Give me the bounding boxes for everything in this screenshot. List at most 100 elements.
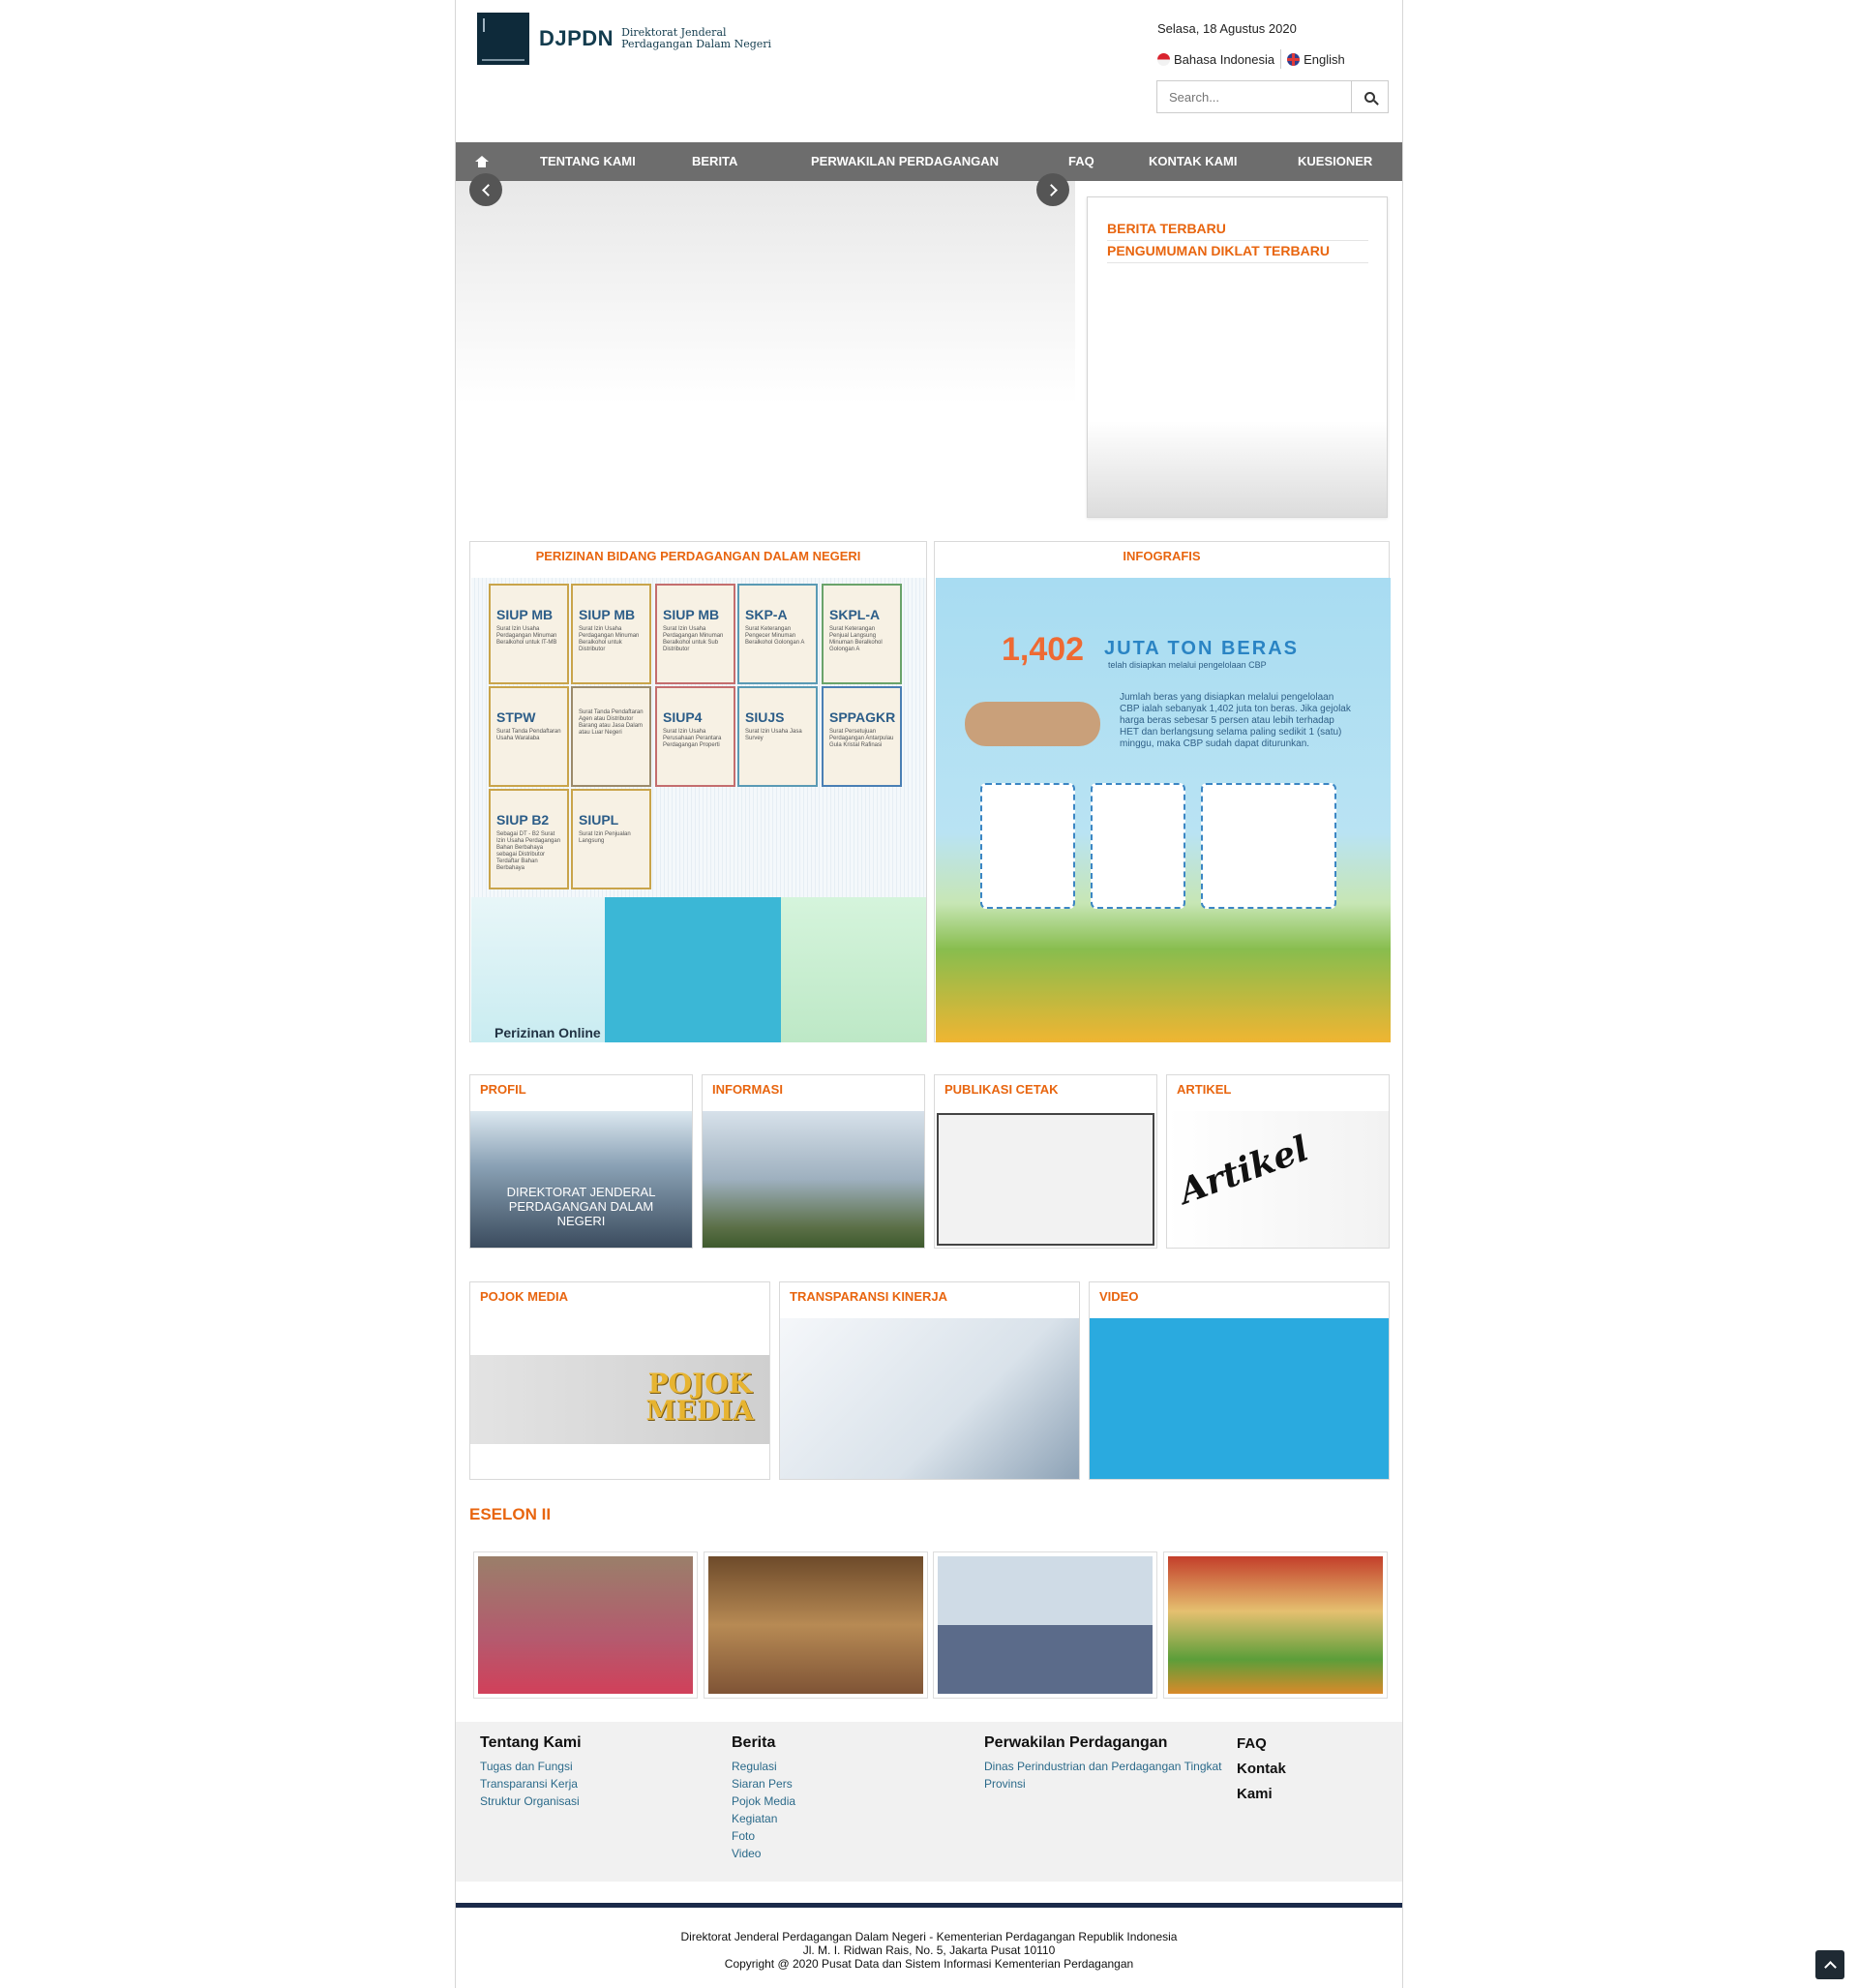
pojok-media-title: POJOK MEDIA	[480, 1289, 569, 1304]
nav-berita[interactable]: BERITA	[692, 154, 737, 168]
nav-kontak-kami[interactable]: KONTAK KAMI	[1149, 154, 1237, 168]
footer-link[interactable]: Kegiatan	[732, 1810, 795, 1827]
page-container: DJPDN Direktorat Jenderal Perdagangan Da…	[455, 0, 1403, 1988]
news-tabs-box: BERITA TERBARU PENGUMUMAN DIKLAT TERBARU	[1087, 196, 1388, 518]
search-button[interactable]	[1351, 81, 1388, 112]
logo-subtitle: Direktorat Jenderal Perdagangan Dalam Ne…	[621, 27, 771, 50]
logo-abbreviation: DJPDN	[539, 26, 614, 50]
nav-tentang-kami[interactable]: TENTANG KAMI	[540, 154, 636, 168]
tab-berita-terbaru[interactable]: BERITA TERBARU	[1107, 221, 1368, 241]
ministry-emblem	[477, 13, 529, 65]
permit-card[interactable]: SKP-A Surat Keterangan Pengecer Minuman B…	[737, 584, 818, 684]
footer-link[interactable]: Transparansi Kerja	[480, 1775, 582, 1792]
permit-card[interactable]: Surat Tanda Pendaftaran Agen atau Distri…	[571, 686, 651, 787]
footer-faq-link[interactable]: FAQ	[1237, 1732, 1286, 1757]
permit-card[interactable]: SIUP MB Surat Izin Usaha Perdagangan Minu…	[489, 584, 569, 684]
logo-subtitle-line2: Perdagangan Dalam Negeri	[621, 38, 772, 50]
permit-desc: Surat Tanda Pendaftaran Agen atau Distri…	[579, 709, 644, 736]
nav-perwakilan-perdagangan[interactable]: PERWAKILAN PERDAGANGAN	[811, 154, 999, 168]
lang-indonesia-option[interactable]: Bahasa Indonesia	[1157, 52, 1274, 67]
permit-card[interactable]: SIUP MB Surat Izin Usaha Perdagangan Minu…	[571, 584, 651, 684]
artikel-handwriting: Artikel	[1174, 1128, 1314, 1213]
permit-desc: Surat Izin Usaha Perdagangan Minuman Ber…	[579, 626, 640, 652]
footer-link[interactable]: Regulasi	[732, 1758, 795, 1775]
site-logo[interactable]: DJPDN Direktorat Jenderal Perdagangan Da…	[477, 13, 771, 65]
permit-card[interactable]: SKPL-A Surat Keterangan Penjual Langsung …	[822, 584, 902, 684]
lang-english-option[interactable]: English	[1287, 52, 1345, 67]
nav-faq[interactable]: FAQ	[1068, 154, 1094, 168]
infografis-text: Jumlah beras yang disiapkan melalui peng…	[1120, 692, 1351, 749]
publikasi-cetak-title: PUBLIKASI CETAK	[944, 1082, 1059, 1097]
eselon-title: ESELON II	[469, 1505, 552, 1523]
artikel-panel[interactable]: ARTIKEL Artikel	[1166, 1074, 1390, 1249]
eselon-card[interactable]	[933, 1551, 1157, 1699]
footer-kami-link[interactable]: Kami	[1237, 1782, 1286, 1807]
permit-desc: Surat Izin Usaha Perdagangan Minuman Ber…	[663, 626, 724, 652]
nav-kuesioner[interactable]: KUESIONER	[1298, 154, 1372, 168]
video-panel[interactable]: VIDEO	[1089, 1281, 1390, 1480]
footer-link[interactable]: Video	[732, 1845, 795, 1862]
search-input[interactable]	[1157, 81, 1351, 112]
footer-copyright: Direktorat Jenderal Perdagangan Dalam Ne…	[456, 1930, 1402, 1971]
slider-prev-button[interactable]	[469, 173, 502, 206]
footer-link[interactable]: Foto	[732, 1827, 795, 1845]
permit-card[interactable]: SPPAGKR Surat Persetujuan Perdagangan Ant…	[822, 686, 902, 787]
image-slider[interactable]	[456, 181, 1075, 404]
info-card-kemensos	[1201, 783, 1336, 909]
permit-code: SIUP MB	[496, 607, 554, 622]
chevron-left-icon	[481, 183, 494, 196]
permit-code: SIUP MB	[663, 607, 720, 622]
permit-code: SKP-A	[745, 607, 788, 622]
permit-code: SPPAGKR	[829, 709, 896, 725]
eselon-card[interactable]	[1163, 1551, 1388, 1699]
pojok-media-panel[interactable]: POJOK MEDIA POJOK MEDIA	[469, 1281, 770, 1480]
permit-grid[interactable]: SIUP MB Surat Izin Usaha Perdagangan Minu…	[471, 578, 926, 897]
footer-link[interactable]: Struktur Organisasi	[480, 1792, 582, 1810]
publikasi-cetak-panel[interactable]: PUBLIKASI CETAK	[934, 1074, 1157, 1249]
publikasi-image	[937, 1113, 1154, 1246]
eselon-image	[708, 1556, 923, 1694]
footer-heading: Berita	[732, 1734, 776, 1751]
footer-divider	[456, 1903, 1402, 1908]
artikel-image: Artikel	[1167, 1111, 1389, 1248]
perizinan-online-banner[interactable]: Perizinan Online	[471, 897, 926, 1042]
infografis-unit: JUTA TON BERAS	[1104, 638, 1299, 659]
tab-pengumuman-diklat[interactable]: PENGUMUMAN DIKLAT TERBARU	[1107, 243, 1368, 263]
footer-link[interactable]: Tugas dan Fungsi	[480, 1758, 582, 1775]
mobile-document-illustration	[781, 897, 926, 1042]
footer-link[interactable]: Siaran Pers	[732, 1775, 795, 1792]
search-form	[1156, 80, 1389, 113]
eselon-card[interactable]	[473, 1551, 698, 1699]
home-icon[interactable]	[475, 156, 489, 167]
footer-heading: Tentang Kami	[480, 1734, 582, 1751]
infografis-panel: INFOGRAFIS 1,402 JUTA TON BERAS telah di…	[934, 541, 1391, 1042]
permit-desc: Surat Izin Usaha Perdagangan Minuman Ber…	[496, 626, 557, 646]
permit-desc: Surat Persetujuan Perdagangan Antarpulau…	[829, 729, 894, 748]
transparansi-kinerja-panel[interactable]: TRANSPARANSI KINERJA	[779, 1281, 1080, 1480]
footer-copyright-line: Copyright @ 2020 Pusat Data dan Sistem I…	[724, 1957, 1134, 1971]
permit-card[interactable]: SIUJS Surat Izin Usaha Jasa Survey	[737, 686, 818, 787]
slider-next-button[interactable]	[1036, 173, 1069, 206]
permit-card[interactable]: SIUP B2 Sebagai DT - B2 Surat Izin Usaha …	[489, 789, 569, 889]
permit-code: SKPL-A	[829, 607, 881, 622]
footer-col-tentang: Tentang Kami Tugas dan Fungsi Transparan…	[480, 1734, 582, 1810]
profil-caption: DIREKTORAT JENDERAL PERDAGANGAN DALAM NE…	[506, 1185, 656, 1228]
footer-link[interactable]: Pojok Media	[732, 1792, 795, 1810]
profil-panel[interactable]: PROFIL DIREKTORAT JENDERAL PERDAGANGAN D…	[469, 1074, 693, 1249]
permit-card[interactable]: STPW Surat Tanda Pendaftaran Usaha Warala…	[489, 686, 569, 787]
permit-desc: Surat Keterangan Penjual Langsung Minuma…	[829, 626, 883, 652]
permit-card[interactable]: SIUP MB Surat Izin Usaha Perdagangan Minu…	[655, 584, 735, 684]
permit-card[interactable]: SIUPL Surat Izin Penjualan Langsung	[571, 789, 651, 889]
permit-code: SIUP B2	[496, 812, 550, 828]
pojok-media-image: POJOK MEDIA	[470, 1355, 769, 1444]
indonesia-map-illustration	[605, 897, 781, 1042]
permit-card[interactable]: SIUP4 Surat Izin Usaha Perusahaan Peranta…	[655, 686, 735, 787]
infografis-image[interactable]: 1,402 JUTA TON BERAS telah disiapkan mel…	[936, 578, 1391, 1042]
informasi-panel[interactable]: INFORMASI	[702, 1074, 925, 1249]
media-word: MEDIA	[645, 1395, 754, 1427]
footer-kontak-link[interactable]: Kontak	[1237, 1757, 1286, 1782]
footer-link[interactable]: Dinas Perindustrian dan Perdagangan Ting…	[984, 1758, 1226, 1792]
permit-code: SIUP MB	[579, 607, 636, 622]
scroll-to-top-button[interactable]	[1815, 1950, 1844, 1979]
eselon-card[interactable]	[704, 1551, 928, 1699]
